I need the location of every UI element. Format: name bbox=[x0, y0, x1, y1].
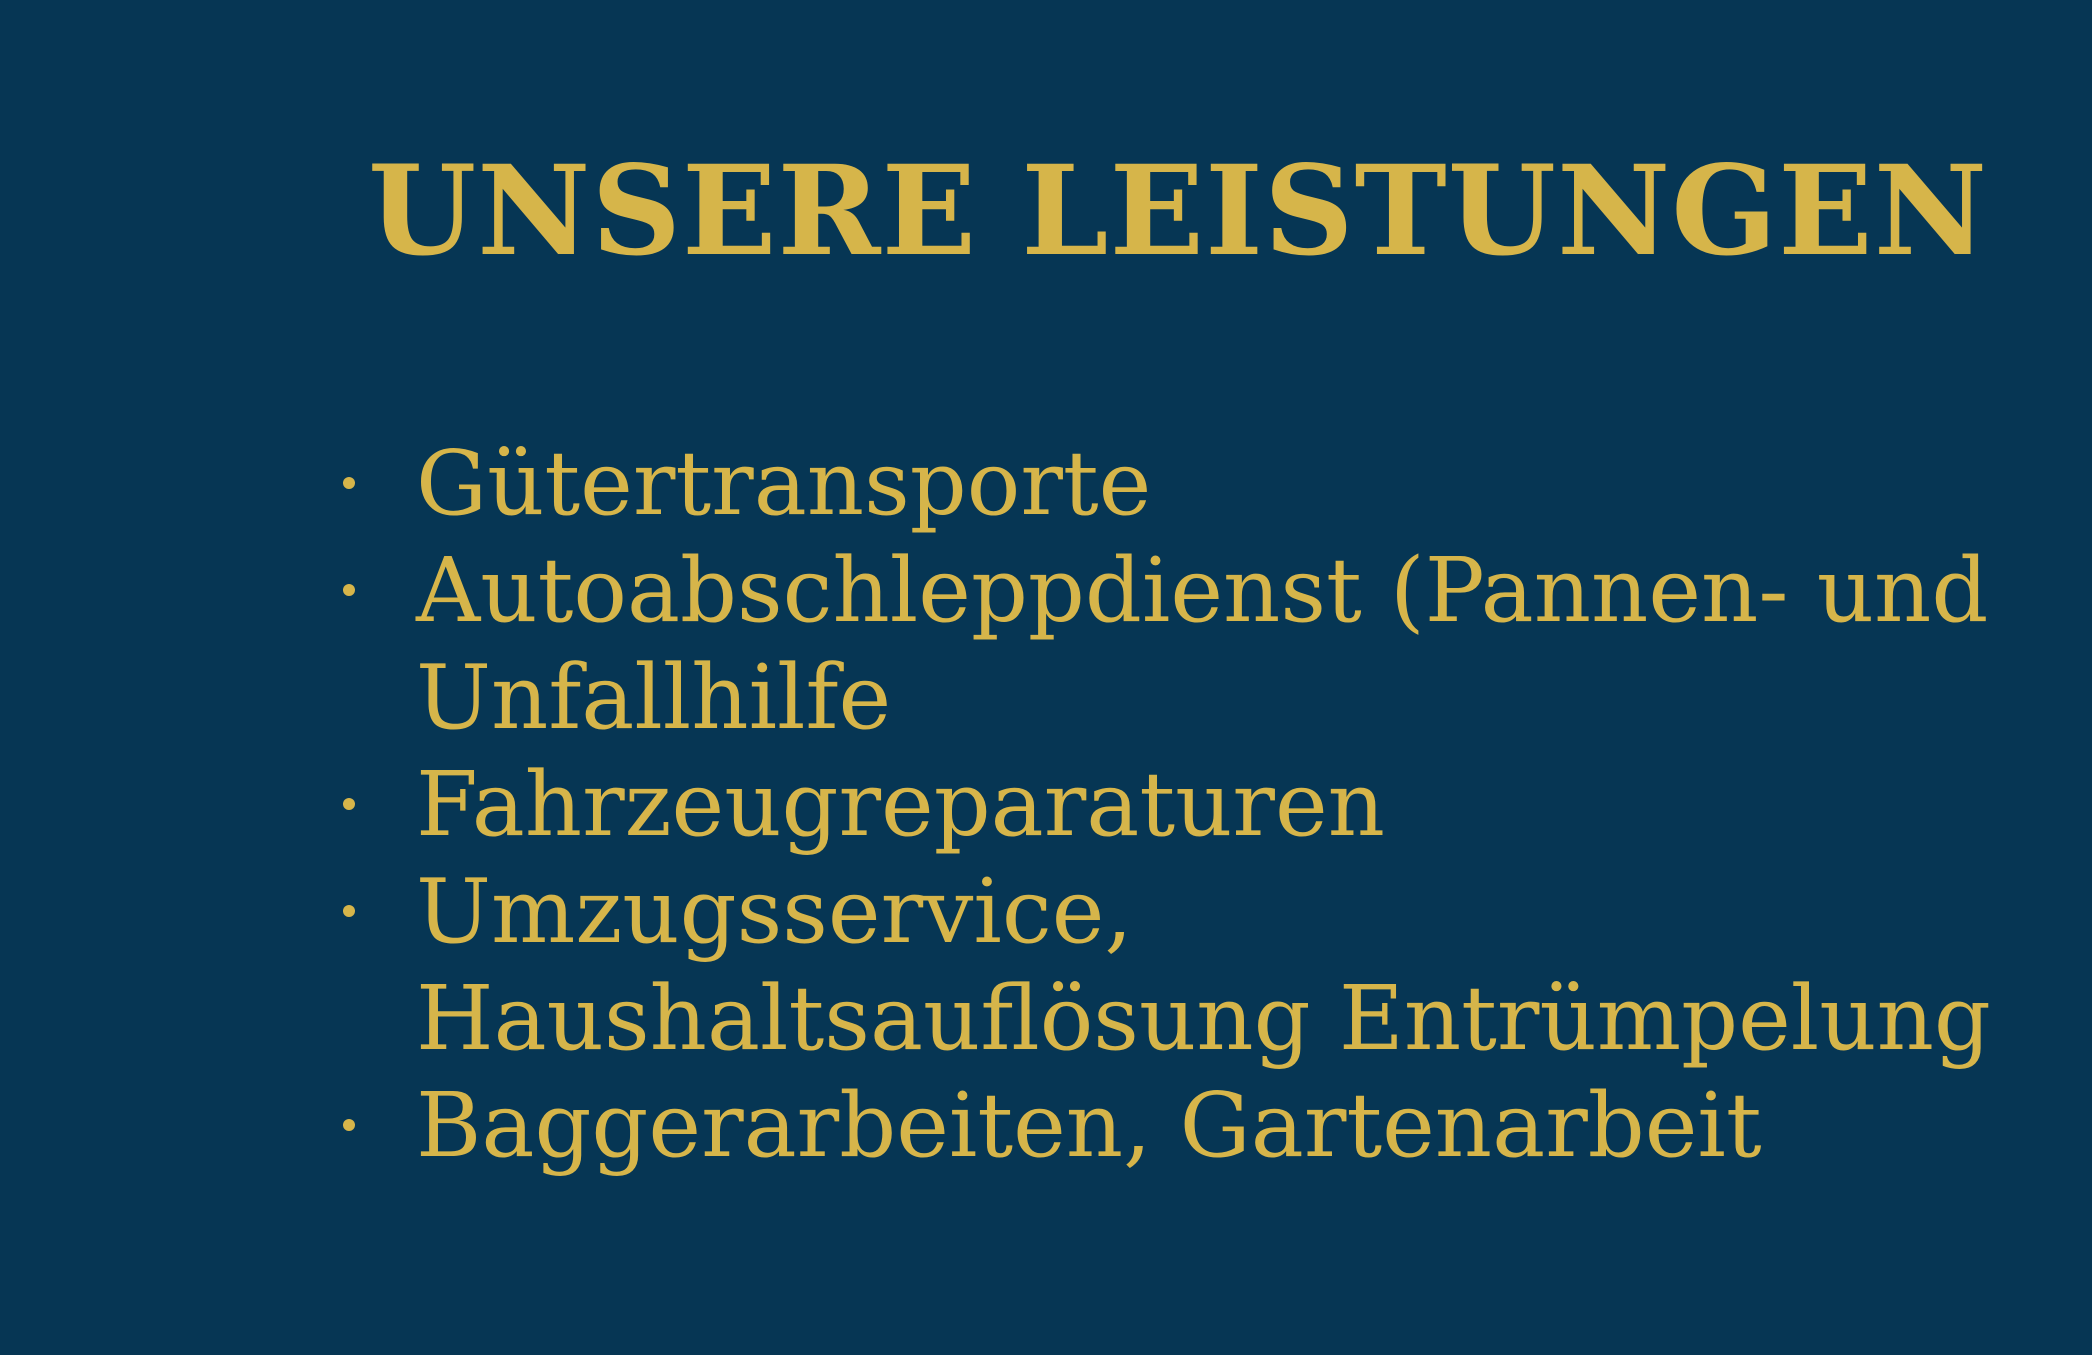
service-item: Fahrzeugreparaturen bbox=[330, 751, 2050, 858]
service-item: Baggerarbeiten, Gartenarbeit bbox=[330, 1072, 2050, 1179]
service-item: Gütertransporte bbox=[330, 430, 2050, 537]
service-label: Fahrzeugreparaturen bbox=[416, 752, 1385, 856]
bullet-icon bbox=[343, 1119, 355, 1131]
bullet-icon bbox=[343, 905, 355, 917]
service-label: Gütertransporte bbox=[416, 431, 1152, 535]
service-label: Autoabschleppdienst (Pannen- und Unfallh… bbox=[416, 538, 1989, 749]
services-list: Gütertransporte Autoabschleppdienst (Pan… bbox=[330, 430, 2050, 1179]
bullet-icon bbox=[343, 584, 355, 596]
service-item: Autoabschleppdienst (Pannen- und Unfallh… bbox=[330, 537, 2050, 751]
service-label: Umzugsservice, Haushaltsauflösung Entrüm… bbox=[416, 859, 1991, 1070]
services-panel: UNSERE LEISTUNGEN Gütertransporte Autoab… bbox=[0, 0, 2092, 1355]
page-title: UNSERE LEISTUNGEN bbox=[368, 139, 1989, 284]
service-label: Baggerarbeiten, Gartenarbeit bbox=[416, 1073, 1762, 1177]
service-item: Umzugsservice, Haushaltsauflösung Entrüm… bbox=[330, 858, 2050, 1072]
bullet-icon bbox=[343, 477, 355, 489]
bullet-icon bbox=[343, 798, 355, 810]
